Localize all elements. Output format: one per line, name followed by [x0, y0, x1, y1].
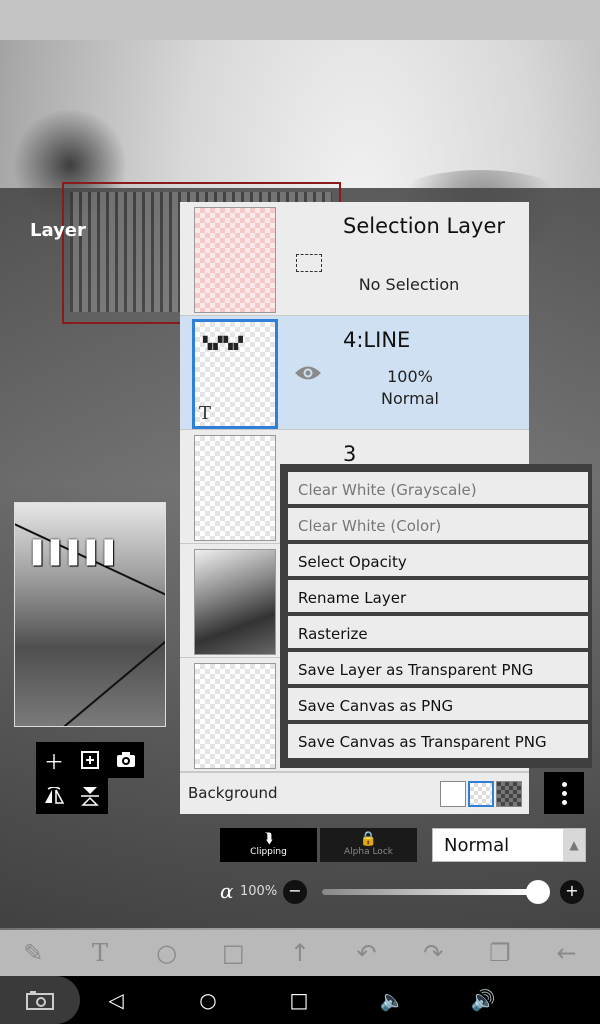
bottom-toolbar: ✎ T ○ □ ↑ ↶ ↷ ❐ ← [0, 930, 600, 976]
layer-name: 3 [343, 442, 357, 466]
dropdown-arrow-icon: ▲ [563, 829, 585, 861]
layer-thumbnail [194, 435, 276, 541]
layer-name: Selection Layer [343, 214, 506, 238]
undo-icon[interactable]: ↶ [349, 935, 385, 971]
clipping-label: Clipping [250, 847, 287, 857]
background-white-swatch[interactable] [440, 781, 466, 807]
layer-blend-mode: Normal [381, 389, 439, 408]
volume-down-icon[interactable]: 🔈 [377, 986, 407, 1014]
plus-icon[interactable]: ＋ [36, 742, 72, 778]
clipping-icon: ⮯ [264, 831, 273, 847]
menu-rasterize[interactable]: Rasterize [288, 616, 588, 650]
preview-text-art: ▌▌▌▌▌ [33, 541, 123, 566]
eye-icon[interactable] [294, 364, 322, 382]
menu-select-opacity[interactable]: Select Opacity [288, 544, 588, 578]
layer-panel-title: Layer [30, 220, 86, 241]
menu-clear-white-color[interactable]: Clear White (Color) [288, 508, 588, 542]
blend-mode-select[interactable]: Normal ▲ [432, 828, 586, 862]
canvas-preview[interactable]: ▌▌▌▌▌ [14, 502, 166, 727]
status-bar [0, 0, 600, 40]
opacity-slider-handle[interactable] [526, 880, 550, 904]
volume-up-icon[interactable]: 🔊 [468, 986, 498, 1014]
background-dark-swatch[interactable] [496, 781, 522, 807]
layer-selection-status: No Selection [358, 275, 460, 294]
menu-clear-white-grayscale[interactable]: Clear White (Grayscale) [288, 472, 588, 506]
flip-vertical-icon[interactable] [72, 778, 108, 814]
menu-rename-layer[interactable]: Rename Layer [288, 580, 588, 614]
increase-opacity-button[interactable]: + [560, 880, 584, 904]
background-label: Background [188, 784, 278, 802]
opacity-slider[interactable] [322, 889, 536, 895]
more-options-button[interactable] [544, 772, 584, 814]
alpha-symbol: α [220, 879, 234, 903]
menu-save-canvas-transparent-png[interactable]: Save Canvas as Transparent PNG [288, 724, 588, 758]
redo-icon[interactable]: ↷ [415, 935, 451, 971]
layers-icon[interactable]: ❐ [482, 935, 518, 971]
android-nav-bar: ◁ ○ □ 🔈 🔊 [0, 976, 600, 1024]
upload-arrow-icon[interactable]: ↑ [282, 935, 318, 971]
selection-icon [296, 254, 322, 272]
layer-thumbnail: ▚▞▚▞ T [192, 319, 278, 429]
layer-opacity: 100% [387, 367, 433, 386]
preview-wire [60, 638, 165, 726]
nav-home-icon[interactable]: ○ [193, 986, 223, 1014]
layer-thumbnail [194, 207, 276, 313]
lock-icon: 🔒 [359, 831, 378, 847]
layer-thumbnail [194, 549, 276, 655]
menu-save-canvas-png[interactable]: Save Canvas as PNG [288, 688, 588, 722]
brush-color-icon[interactable]: ○ [149, 935, 185, 971]
background-transparent-swatch[interactable] [468, 781, 494, 807]
layer-context-menu: Clear White (Grayscale) Clear White (Col… [280, 464, 592, 768]
menu-save-layer-transparent-png[interactable]: Save Layer as Transparent PNG [288, 652, 588, 686]
camera-icon[interactable] [108, 742, 144, 778]
thumbnail-text-art: ▚▞▚▞ [203, 336, 244, 350]
layer-add-tools: ＋ [36, 742, 144, 778]
flip-horizontal-icon[interactable] [36, 778, 72, 814]
nav-recents-icon[interactable]: □ [284, 986, 314, 1014]
screen: { "panel": { "title": "Layer" }, "layers… [0, 0, 600, 1024]
decrease-opacity-button[interactable]: − [283, 880, 307, 904]
add-image-icon[interactable] [72, 742, 108, 778]
layer-thumbnail [194, 663, 276, 769]
alpha-lock-label: Alpha Lock [344, 847, 393, 857]
clipping-button[interactable]: ⮯ Clipping [220, 828, 317, 862]
opacity-value: 100% [240, 884, 278, 899]
nav-back-icon[interactable]: ◁ [101, 986, 131, 1014]
screenshot-icon[interactable] [0, 976, 80, 1024]
background-row: Background [180, 772, 529, 814]
back-arrow-icon[interactable]: ← [549, 935, 585, 971]
alpha-lock-button[interactable]: 🔒 Alpha Lock [320, 828, 417, 862]
layer-row-4-line[interactable]: ▚▞▚▞ T 4:LINE 100% Normal [180, 316, 529, 430]
opacity-control: α 100% − + [220, 878, 590, 906]
text-layer-icon: T [199, 403, 212, 424]
color-square-icon[interactable]: □ [215, 935, 251, 971]
text-tool-icon[interactable]: T [82, 935, 118, 971]
brush-settings-icon[interactable]: ✎ [15, 935, 51, 971]
blend-mode-value: Normal [444, 835, 510, 856]
layer-flip-tools [36, 778, 108, 814]
layer-name: 4:LINE [343, 328, 411, 352]
layer-row-selection[interactable]: Selection Layer No Selection [180, 202, 529, 316]
